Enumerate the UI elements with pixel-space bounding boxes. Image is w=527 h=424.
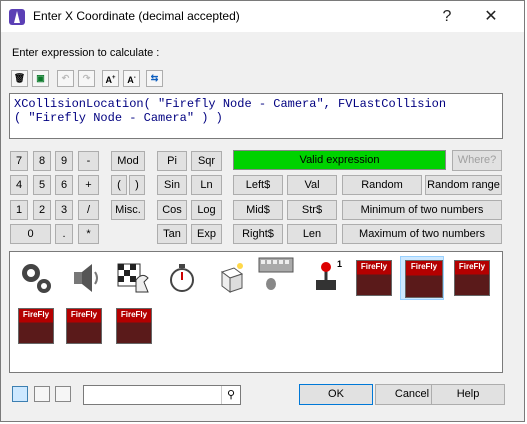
3d-object-icon[interactable] xyxy=(212,260,248,296)
key-6[interactable]: 6 xyxy=(55,175,73,195)
log-button[interactable]: Log xyxy=(191,200,222,220)
val-button[interactable]: Val xyxy=(287,175,337,195)
ln-button[interactable]: Ln xyxy=(191,175,222,195)
joystick-icon[interactable]: 1 xyxy=(308,258,344,294)
misc-button[interactable]: Misc. xyxy=(111,200,145,220)
key-plus[interactable]: + xyxy=(78,175,99,195)
key-5[interactable]: 5 xyxy=(33,175,51,195)
maximum-button[interactable]: Maximum of two numbers xyxy=(342,224,502,244)
key-3[interactable]: 3 xyxy=(55,200,73,220)
font-increase-icon[interactable]: A+ xyxy=(102,70,119,87)
firefly-axis-icon[interactable]: FireFly xyxy=(18,308,54,344)
minimum-button[interactable]: Minimum of two numbers xyxy=(342,200,502,220)
key-8[interactable]: 8 xyxy=(33,151,51,171)
font-decrease-icon[interactable]: A- xyxy=(123,70,140,87)
len-button[interactable]: Len xyxy=(287,224,337,244)
cos-button[interactable]: Cos xyxy=(157,200,187,220)
swap-icon[interactable]: ⇆ xyxy=(146,70,163,87)
title-bar: Enter X Coordinate (decimal accepted) ? … xyxy=(1,1,524,32)
right-button[interactable]: Right$ xyxy=(233,224,283,244)
timer-stopwatch-icon[interactable] xyxy=(164,260,200,296)
settings-gears-icon[interactable] xyxy=(18,260,54,296)
key-4[interactable]: 4 xyxy=(10,175,28,195)
key-1[interactable]: 1 xyxy=(10,200,28,220)
ok-button[interactable]: OK xyxy=(299,384,373,405)
search-icon[interactable]: ⚲ xyxy=(221,386,240,404)
paren-close-button[interactable]: ) xyxy=(129,175,145,195)
where-button[interactable]: Where? xyxy=(452,150,502,171)
validation-status: Valid expression xyxy=(233,150,446,170)
redo-icon[interactable]: ↷ xyxy=(78,70,95,87)
firefly-camera-icon[interactable]: FireFly xyxy=(400,256,444,300)
firefly-scene-icon[interactable]: FireFly xyxy=(454,260,490,296)
undo-icon[interactable]: ↶ xyxy=(57,70,74,87)
str-button[interactable]: Str$ xyxy=(287,200,337,220)
key-9[interactable]: 9 xyxy=(55,151,73,171)
key-7[interactable]: 7 xyxy=(10,151,28,171)
key-0[interactable]: 0 xyxy=(10,224,51,244)
window-title: Enter X Coordinate (decimal accepted) xyxy=(33,9,240,23)
keyboard-mouse-icon[interactable] xyxy=(258,256,294,292)
delete-icon[interactable]: 🗑 xyxy=(11,70,28,87)
svg-text:1: 1 xyxy=(337,259,342,269)
random-button[interactable]: Random xyxy=(342,175,422,195)
key-2[interactable]: 2 xyxy=(33,200,51,220)
key-dot[interactable]: . xyxy=(55,224,73,244)
firefly-camera-label: FireFly xyxy=(405,260,443,298)
chess-game-icon[interactable] xyxy=(116,260,152,296)
app-icon xyxy=(9,9,25,25)
sin-button[interactable]: Sin xyxy=(157,175,187,195)
view-large-icons-icon[interactable] xyxy=(12,386,28,402)
tan-button[interactable]: Tan xyxy=(157,224,187,244)
pi-button[interactable]: Pi xyxy=(157,151,187,171)
help-button[interactable]: Help xyxy=(431,384,505,405)
view-list-icon[interactable] xyxy=(55,386,71,402)
dialog-window: Enter X Coordinate (decimal accepted) ? … xyxy=(0,0,525,422)
firefly-sphere-icon[interactable]: FireFly xyxy=(116,308,152,344)
help-title-button[interactable]: ? xyxy=(425,3,469,30)
key-multiply[interactable]: * xyxy=(78,224,99,244)
firefly-terrain-icon[interactable]: FireFly xyxy=(66,308,102,344)
exp-button[interactable]: Exp xyxy=(191,224,222,244)
view-small-icons-icon[interactable] xyxy=(34,386,50,402)
key-divide[interactable]: / xyxy=(78,200,99,220)
expression-editor[interactable]: XCollisionLocation( "Firefly Node - Came… xyxy=(9,93,503,139)
firefly-object-icon[interactable]: FireFly xyxy=(356,260,392,296)
random-range-button[interactable]: Random range xyxy=(425,175,502,195)
sound-speaker-icon[interactable] xyxy=(68,260,104,296)
mid-button[interactable]: Mid$ xyxy=(233,200,283,220)
sqr-button[interactable]: Sqr xyxy=(191,151,222,171)
object-palette: 1 FireFly FireFly FireFly FireFly FireFl… xyxy=(9,251,503,373)
insert-icon[interactable]: ▣ xyxy=(32,70,49,87)
prompt-label: Enter expression to calculate : xyxy=(12,47,160,59)
key-minus[interactable]: - xyxy=(78,151,99,171)
close-button[interactable]: ✕ xyxy=(469,3,513,30)
mod-button[interactable]: Mod xyxy=(111,151,145,171)
paren-open-button[interactable]: ( xyxy=(111,175,127,195)
search-input[interactable]: ⚲ xyxy=(83,385,241,405)
left-button[interactable]: Left$ xyxy=(233,175,283,195)
